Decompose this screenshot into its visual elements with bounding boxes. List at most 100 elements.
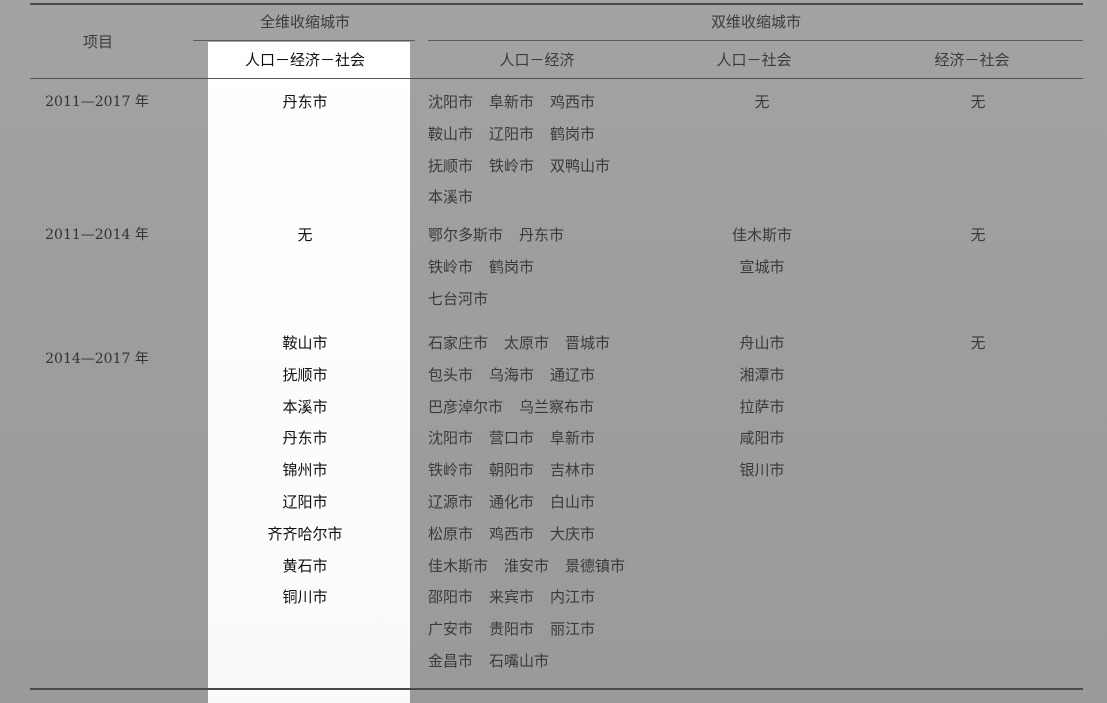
city: 鹤岗市 bbox=[550, 124, 596, 143]
city: 湘潭市 bbox=[739, 365, 785, 384]
city: 太原市 bbox=[504, 334, 550, 352]
city: 白山市 bbox=[550, 492, 596, 511]
city: 铁岭市 bbox=[489, 156, 535, 175]
list-line: 鄂尔多斯市 丹东市 bbox=[428, 225, 580, 257]
city: 丹东市 bbox=[282, 429, 328, 448]
city: 晋城市 bbox=[565, 334, 611, 352]
city: 内江市 bbox=[550, 588, 596, 607]
full-city: 丹东市 bbox=[282, 93, 328, 111]
city: 景德镇市 bbox=[565, 556, 626, 575]
city: 拉萨市 bbox=[739, 397, 785, 416]
list-line: 铁岭市 鹤岗市 bbox=[428, 257, 580, 289]
document-page: 项目 全维收缩城市 人口－经济－社会 双维收缩城市 人口－经济 人口－社会 经济… bbox=[0, 0, 1107, 703]
list-line: 辽源市 通化市 白山市 bbox=[428, 492, 641, 524]
list-line: 铁岭市 朝阳市 吉林市 bbox=[428, 460, 641, 492]
list-line: 包头市 乌海市 通辽市 bbox=[428, 365, 641, 397]
pop-soc-city: 无 bbox=[754, 93, 770, 111]
list-line: 佳木斯市 淮安市 景德镇市 bbox=[428, 556, 641, 588]
city: 辽阳市 bbox=[282, 492, 328, 511]
city: 沈阳市 bbox=[428, 93, 474, 111]
city: 丹东市 bbox=[519, 226, 565, 244]
list-line: 本溪市 bbox=[267, 397, 342, 429]
list-line: 湘潭市 bbox=[739, 365, 784, 397]
list-line: 金昌市 石嘴山市 bbox=[428, 651, 641, 683]
city: 营口市 bbox=[489, 429, 535, 448]
full-city-list: 鞍山市 抚顺市 本溪市 丹东市 锦州市 辽阳市 齐齐哈尔市 黄石市 铜川市 bbox=[267, 333, 342, 619]
city: 银川市 bbox=[739, 461, 785, 480]
city: 朝阳市 bbox=[489, 461, 535, 480]
pop-econ-list: 石家庄市 太原市 晋城市 包头市 乌海市 通辽市 巴彦淖尔市 乌兰察布市 沈阳市 营口市 阜新… bbox=[428, 333, 641, 683]
list-line: 银川市 bbox=[739, 460, 784, 492]
city: 铜川市 bbox=[282, 588, 328, 607]
city: 阜新市 bbox=[550, 429, 596, 448]
city: 舟山市 bbox=[739, 334, 785, 352]
city: 七台河市 bbox=[428, 289, 489, 308]
pop-soc-list: 舟山市 湘潭市 拉萨市 咸阳市 银川市 bbox=[739, 333, 784, 492]
city: 铁岭市 bbox=[428, 461, 474, 480]
list-line: 七台河市 bbox=[428, 289, 580, 321]
city: 松原市 bbox=[428, 524, 474, 543]
city: 本溪市 bbox=[282, 397, 328, 416]
list-line: 沈阳市 营口市 阜新市 bbox=[428, 428, 641, 460]
city: 广安市 bbox=[428, 620, 474, 639]
city: 丽江市 bbox=[550, 620, 596, 639]
full-city: 无 bbox=[297, 226, 313, 244]
city: 石家庄市 bbox=[428, 334, 489, 352]
list-line: 舟山市 bbox=[739, 333, 784, 365]
city: 佳木斯市 bbox=[428, 556, 489, 575]
list-line: 邵阳市 来宾市 内江市 bbox=[428, 587, 641, 619]
city: 鸡西市 bbox=[489, 524, 535, 543]
header-full-group: 全维收缩城市 bbox=[259, 13, 351, 31]
city: 石嘴山市 bbox=[489, 651, 550, 670]
list-line: 咸阳市 bbox=[739, 428, 784, 460]
pop-soc-city: 佳木斯市 bbox=[731, 226, 793, 244]
city: 双鸭山市 bbox=[550, 156, 611, 175]
city: 沈阳市 bbox=[428, 429, 474, 448]
city: 金昌市 bbox=[428, 651, 474, 670]
city: 通化市 bbox=[489, 492, 535, 511]
list-line: 本溪市 bbox=[428, 187, 626, 219]
city: 乌海市 bbox=[489, 365, 535, 384]
city: 鞍山市 bbox=[428, 124, 474, 143]
econ-soc-city: 无 bbox=[970, 226, 986, 244]
city: 咸阳市 bbox=[739, 429, 785, 448]
row-period: 2011—2017 年 bbox=[45, 94, 149, 110]
city: 抚顺市 bbox=[282, 365, 328, 384]
city: 黄石市 bbox=[282, 556, 328, 575]
bottom-rule bbox=[30, 688, 1083, 690]
city: 鄂尔多斯市 bbox=[428, 226, 504, 244]
list-line: 锦州市 bbox=[267, 460, 342, 492]
city: 吉林市 bbox=[550, 461, 596, 480]
header-bottom-rule bbox=[30, 78, 1083, 79]
list-line: 拉萨市 bbox=[739, 397, 784, 429]
header-full-sub: 人口－经济－社会 bbox=[244, 51, 366, 69]
city: 通辽市 bbox=[550, 365, 596, 384]
city: 齐齐哈尔市 bbox=[267, 524, 343, 543]
city: 辽源市 bbox=[428, 492, 474, 511]
header-dual-pop-econ: 人口－经济 bbox=[499, 51, 575, 69]
city: 鸡西市 bbox=[550, 93, 596, 111]
header-dual-group: 双维收缩城市 bbox=[710, 13, 802, 31]
pop-econ-list: 沈阳市 阜新市 鸡西市 鞍山市 辽阳市 鹤岗市 抚顺市 铁岭市 双鸭山市 本溪市 bbox=[428, 92, 626, 219]
group-rule-dual bbox=[428, 40, 1083, 41]
city: 抚顺市 bbox=[428, 156, 474, 175]
city: 贵阳市 bbox=[489, 620, 535, 639]
list-line: 松原市 鸡西市 大庆市 bbox=[428, 524, 641, 556]
list-line: 广安市 贵阳市 丽江市 bbox=[428, 619, 641, 651]
list-line: 黄石市 bbox=[267, 556, 342, 588]
header-dual-pop-soc: 人口－社会 bbox=[716, 51, 792, 69]
city: 辽阳市 bbox=[489, 124, 535, 143]
city: 邵阳市 bbox=[428, 588, 474, 607]
city: 铁岭市 bbox=[428, 257, 474, 276]
city: 巴彦淖尔市 bbox=[428, 397, 504, 416]
list-line: 巴彦淖尔市 乌兰察布市 bbox=[428, 397, 641, 429]
group-rule-full bbox=[193, 40, 415, 41]
list-line: 齐齐哈尔市 bbox=[267, 524, 342, 556]
pop-soc-city: 宣城市 bbox=[739, 258, 785, 276]
row-period: 2011—2014 年 bbox=[45, 227, 149, 243]
city: 来宾市 bbox=[489, 588, 535, 607]
list-line: 鞍山市 bbox=[267, 333, 342, 365]
header-item: 项目 bbox=[82, 33, 114, 51]
city: 阜新市 bbox=[489, 93, 535, 111]
city: 包头市 bbox=[428, 365, 474, 384]
